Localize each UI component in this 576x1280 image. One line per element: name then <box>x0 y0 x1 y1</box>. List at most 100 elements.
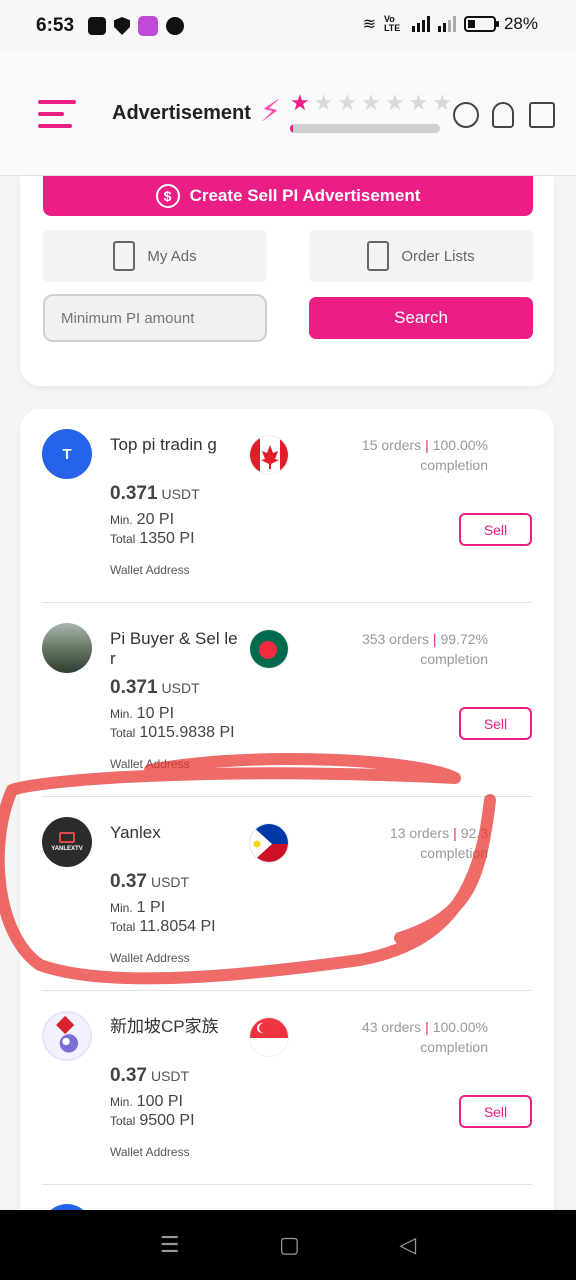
total-amount: Total 9500 PI <box>110 1112 195 1130</box>
price: 0.371 USDT <box>110 677 200 699</box>
signal-2-icon <box>437 16 456 32</box>
my-ads-label: My Ads <box>147 247 197 265</box>
order-stats: 15 orders | 100.00% completion <box>361 437 488 473</box>
shopping-bag-icon <box>88 17 107 35</box>
ad-list-item: YANLEXTV Yanlex 13 orders | 92.3 completio… <box>42 797 532 991</box>
shield-icon <box>114 17 131 35</box>
ad-list-item: Pi Buyer & Sel ler 353 orders | 99.72% com… <box>42 603 532 797</box>
app-s-icon <box>166 17 185 35</box>
seller-name[interactable]: Pi Buyer & Sel ler <box>110 629 240 669</box>
rating-star-icon: ★ <box>361 90 381 115</box>
network-label: Vo LTE <box>383 14 401 33</box>
min-label: Min. <box>110 513 133 527</box>
min-value: 1 PI <box>136 899 166 916</box>
seller-avatar[interactable]: YANLEXTV <box>42 817 92 867</box>
bell-icon[interactable] <box>492 102 514 128</box>
order-stats: 13 orders | 92.3 completion <box>389 825 488 861</box>
wallet-address-link[interactable]: Wallet Address <box>110 951 190 965</box>
status-right: ≋ Vo LTE 28% <box>363 14 538 34</box>
order-stats: 353 orders | 99.72% completion <box>361 631 488 667</box>
seller-avatar[interactable] <box>42 1011 92 1061</box>
total-label: Total <box>110 920 136 934</box>
bangladesh-flag-icon <box>249 629 289 669</box>
status-bar: 6:53 ≋ Vo LTE 28% <box>0 0 576 52</box>
order-count: 43 orders <box>361 1019 422 1035</box>
sell-button[interactable]: Sell <box>459 707 532 740</box>
rating-star-icon: ★ <box>313 90 334 115</box>
sell-button[interactable]: Sell <box>459 513 532 546</box>
completion-label: completion <box>420 1039 488 1055</box>
min-label: Min. <box>110 901 133 915</box>
rating-stars: ★ ★ ★ ★ ★ ★ ★ <box>290 90 452 116</box>
canada-flag-icon <box>249 435 289 475</box>
price: 0.37 USDT <box>110 871 189 893</box>
level-progress-bar <box>290 124 440 133</box>
minimum-pi-amount-input[interactable] <box>43 294 267 342</box>
total-value: 1015.9838 PI <box>139 724 235 741</box>
completion-rate: 99.72% <box>440 631 488 647</box>
completion-rate: 100.00% <box>432 1019 488 1035</box>
page-title: Advertisement <box>112 102 251 124</box>
total-value: 11.8054 PI <box>139 918 216 935</box>
battery-percent: 28% <box>503 14 538 33</box>
create-sell-ad-label: Create Sell PI Advertisement <box>189 186 421 205</box>
game-app-icon <box>138 16 159 36</box>
home-icon[interactable]: ▢ <box>279 1232 300 1258</box>
wallet-address-link[interactable]: Wallet Address <box>110 1145 190 1159</box>
price-unit: USDT <box>161 680 200 696</box>
mail-icon[interactable] <box>529 102 555 128</box>
ads-document-icon <box>113 241 136 271</box>
seller-name[interactable]: Yanlex <box>110 823 240 843</box>
my-ads-button[interactable]: My Ads <box>43 230 267 282</box>
wifi-icon: ≋ <box>362 16 376 33</box>
price: 0.371 USDT <box>110 483 200 505</box>
completion-label: completion <box>420 457 488 473</box>
min-value: 10 PI <box>136 705 175 722</box>
wallet-address-link[interactable]: Wallet Address <box>110 563 190 577</box>
price: 0.37 USDT <box>110 1065 189 1087</box>
seller-avatar[interactable]: T <box>42 429 92 479</box>
sell-button[interactable]: Sell <box>459 1095 532 1128</box>
min-limit: Min. 10 PI <box>110 705 174 723</box>
min-limit: Min. 100 PI <box>110 1093 183 1111</box>
order-lists-label: Order Lists <box>401 247 475 265</box>
seller-avatar[interactable] <box>42 623 92 673</box>
rating-star-icon: ★ <box>408 90 429 115</box>
min-limit: Min. 20 PI <box>110 511 174 529</box>
order-lists-button[interactable]: Order Lists <box>309 230 533 282</box>
tv-logo-icon <box>59 832 75 843</box>
price-unit: USDT <box>161 486 200 502</box>
rating-star-icon: ★ <box>290 90 310 115</box>
recent-apps-icon[interactable]: ☰ <box>160 1232 180 1258</box>
total-amount: Total 11.8054 PI <box>110 918 216 936</box>
search-button[interactable]: Search <box>309 297 533 339</box>
wallet-address-link[interactable]: Wallet Address <box>110 757 190 771</box>
order-count: 353 orders <box>361 631 429 647</box>
hamburger-menu-icon[interactable] <box>38 100 76 132</box>
create-sell-ad-button[interactable]: $ Create Sell PI Advertisement <box>43 176 533 216</box>
order-count: 13 orders <box>389 825 450 841</box>
min-value: 20 PI <box>136 511 175 528</box>
back-icon[interactable]: ◁ <box>399 1232 416 1258</box>
total-amount: Total 1350 PI <box>110 530 195 548</box>
min-label: Min. <box>110 707 133 721</box>
price-unit: USDT <box>150 1068 190 1084</box>
seller-name[interactable]: Top pi tradin g <box>110 435 240 455</box>
price-value: 0.371 <box>110 677 158 698</box>
price-value: 0.37 <box>110 1065 147 1086</box>
status-notification-icons <box>88 16 185 36</box>
level-progress-fill <box>290 124 293 133</box>
globe-icon[interactable] <box>453 102 479 128</box>
system-nav-bar: ☰ ▢ ◁ <box>0 1210 576 1280</box>
signal-icon <box>411 16 430 32</box>
total-label: Total <box>110 726 136 740</box>
order-count: 15 orders <box>361 437 422 453</box>
order-stats: 43 orders | 100.00% completion <box>361 1019 488 1055</box>
min-value: 100 PI <box>136 1093 183 1110</box>
total-value: 1350 PI <box>139 530 195 547</box>
battery-icon <box>463 16 499 32</box>
seller-name[interactable]: 新加坡CP家族 <box>110 1017 240 1037</box>
singapore-flag-icon <box>249 1017 289 1057</box>
actions-card: $ Create Sell PI Advertisement My Ads Or… <box>20 176 554 386</box>
receipt-icon <box>367 241 390 271</box>
